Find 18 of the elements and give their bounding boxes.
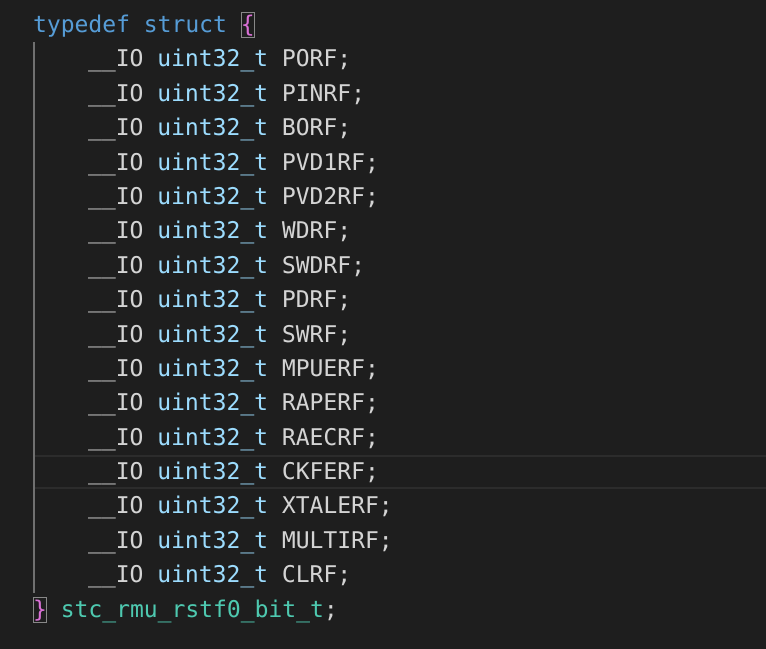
code-line: __IO uint32_t RAPERF; [87,389,380,418]
code-line: __IO uint32_t PINRF; [87,80,366,109]
code-line: __IO uint32_t PVD2RF; [87,182,380,212]
code-line: __IO uint32_t BORF; [87,114,352,144]
code-line: __IO uint32_t MPUERF; [87,354,380,384]
code-line: __IO uint32_t CLRF; [87,561,352,590]
code-line: typedef struct { [33,11,256,40]
code-line: __IO uint32_t PDRF; [87,286,352,316]
code-line: __IO uint32_t WDRF; [87,217,352,246]
code-line: __IO uint32_t SWDRF; [87,252,366,281]
code-line: } stc_rmu_rstf0_bit_t; [33,596,339,625]
code-line: __IO uint32_t CKFERF; [35,455,766,490]
code-line: __IO uint32_t PVD1RF; [87,148,380,178]
code-line: __IO uint32_t SWRF; [87,320,352,350]
code-line: __IO uint32_t RAECRF; [87,424,380,453]
code-line: __IO uint32_t XTALERF; [87,492,394,522]
code-line: __IO uint32_t MULTIRF; [87,526,394,556]
code-line: __IO uint32_t PORF; [87,45,352,74]
